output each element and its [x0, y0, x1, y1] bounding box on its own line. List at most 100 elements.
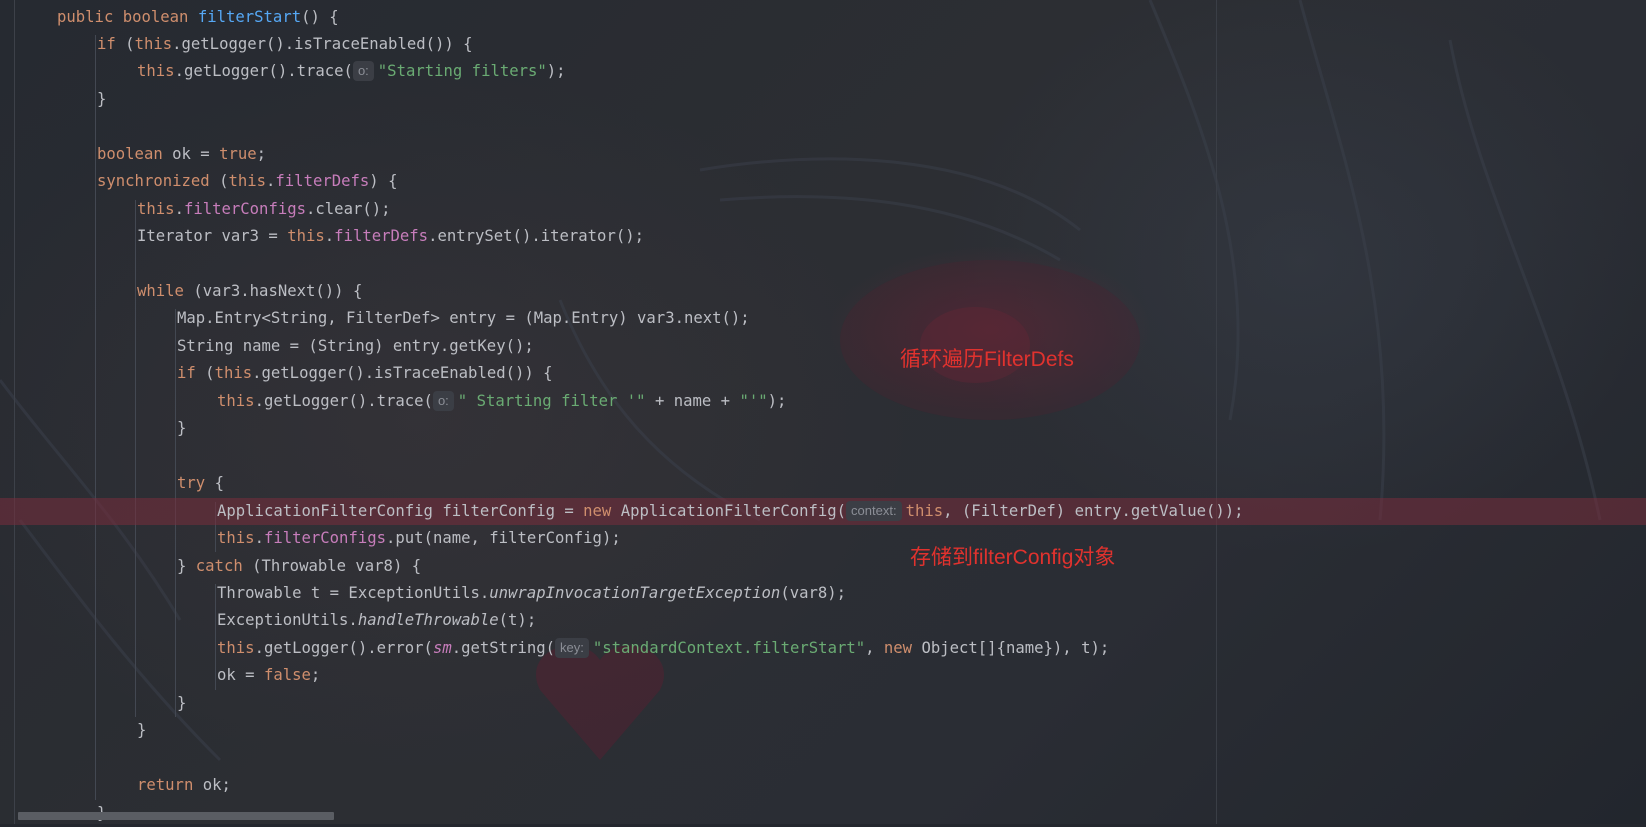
code-token: (var3.hasNext()) {	[193, 282, 363, 300]
code-line[interactable]	[0, 443, 1646, 470]
code-text: } catch (Throwable var8) {	[177, 553, 421, 580]
code-line-breakpoint-highlight[interactable]: ApplicationFilterConfig filterConfig = n…	[0, 497, 1646, 526]
code-token: true	[219, 144, 257, 163]
code-text: while (var3.hasNext()) {	[137, 278, 362, 305]
code-text: }	[137, 717, 146, 744]
parameter-hint: o:	[432, 390, 454, 411]
code-token: (	[125, 34, 135, 53]
code-text: public boolean filterStart() {	[57, 4, 339, 31]
code-text: }	[177, 415, 186, 442]
code-line[interactable]: Map.Entry<String, FilterDef> entry = (Ma…	[0, 305, 1646, 332]
code-line[interactable]: ExceptionUtils.handleThrowable(t);	[0, 607, 1646, 634]
code-line[interactable]	[0, 251, 1646, 278]
code-line[interactable]: public boolean filterStart() {	[0, 4, 1646, 31]
code-token: .entrySet().iterator();	[428, 227, 644, 246]
code-token: .getString(	[451, 638, 556, 657]
code-token: }	[97, 89, 107, 108]
horizontal-scrollbar-thumb[interactable]	[18, 812, 334, 820]
code-editor[interactable]: public boolean filterStart() {if (this.g…	[0, 0, 1646, 824]
code-line[interactable]: String name = (String) entry.getKey();	[0, 333, 1646, 360]
code-token: this	[214, 364, 253, 383]
code-line[interactable]: if (this.getLogger().isTraceEnabled()) {	[0, 31, 1646, 58]
code-token: .getLogger().isTraceEnabled()) {	[172, 34, 473, 53]
code-token: this	[217, 391, 255, 410]
code-token: public boolean	[57, 7, 198, 26]
code-line[interactable]: this.filterConfigs.put(name, filterConfi…	[0, 525, 1646, 552]
code-line[interactable]: Iterator var3 = this.filterDefs.entrySet…	[0, 223, 1646, 250]
code-token: if	[97, 34, 126, 53]
code-text: return ok;	[137, 772, 231, 799]
code-token: , (FilterDef) entry.getValue());	[943, 501, 1244, 520]
code-token: .	[174, 199, 184, 218]
code-token: boolean	[97, 144, 173, 163]
code-line[interactable]: this.getLogger().trace(o: "Starting filte…	[0, 58, 1646, 85]
code-text: ok = false;	[217, 662, 320, 689]
code-line[interactable]: } catch (Throwable var8) {	[0, 553, 1646, 580]
code-token: ;	[310, 666, 321, 685]
code-token: }	[177, 556, 196, 575]
code-line[interactable]: try {	[0, 470, 1646, 497]
code-line[interactable]: this.getLogger().trace(o: " Starting filt…	[0, 388, 1646, 415]
code-text: this.filterConfigs.clear();	[137, 196, 391, 223]
parameter-hint: o:	[352, 61, 374, 82]
code-token: .getLogger().trace(	[254, 391, 433, 410]
code-token: filterDefs	[275, 172, 370, 191]
code-token: filterStart	[197, 7, 302, 26]
code-token: Map.Entry<String, FilterDef> entry = (Ma…	[177, 309, 750, 328]
code-token: this	[137, 199, 175, 218]
code-line[interactable]: while (var3.hasNext()) {	[0, 278, 1646, 305]
code-token: (	[205, 364, 215, 383]
code-line[interactable]: this.getLogger().error(sm.getString(key:…	[0, 635, 1646, 662]
code-token: {	[214, 474, 224, 493]
code-text: Iterator var3 = this.filterDefs.entrySet…	[137, 223, 644, 250]
code-text: Throwable t = ExceptionUtils.unwrapInvoc…	[217, 580, 846, 607]
code-token: .clear();	[306, 199, 391, 218]
code-token: filterConfigs	[263, 529, 387, 548]
code-text: synchronized (this.filterDefs) {	[97, 168, 397, 195]
code-text: }	[177, 690, 186, 717]
code-line[interactable]: synchronized (this.filterDefs) {	[0, 168, 1646, 195]
annotation-loop-filterdefs: 循环遍历FilterDefs	[900, 348, 1074, 371]
code-text: boolean ok = true;	[97, 141, 266, 168]
code-token: (Throwable var8) {	[252, 556, 422, 575]
code-token: try	[177, 474, 215, 493]
code-token: .	[254, 529, 264, 548]
code-token: filterConfigs	[183, 199, 307, 218]
code-line[interactable]: }	[0, 717, 1646, 744]
code-token: this	[217, 638, 255, 657]
code-line[interactable]: }	[0, 86, 1646, 113]
annotation-store-filterconfig: 存储到filterConfig对象	[910, 546, 1116, 569]
code-text: this.getLogger().trace(o: " Starting filt…	[217, 388, 786, 415]
code-line[interactable]: return ok;	[0, 772, 1646, 799]
code-token: .put(name, filterConfig);	[386, 529, 621, 548]
code-line[interactable]: boolean ok = true;	[0, 141, 1646, 168]
code-token: return	[137, 776, 203, 795]
code-token: ok =	[172, 144, 220, 163]
code-text: if (this.getLogger().isTraceEnabled()) {	[97, 31, 473, 58]
code-token: new	[883, 638, 922, 657]
code-line[interactable]: ok = false;	[0, 662, 1646, 689]
code-token: + name +	[645, 391, 740, 410]
code-line[interactable]: if (this.getLogger().isTraceEnabled()) {	[0, 360, 1646, 387]
code-token: synchronized	[97, 172, 220, 191]
code-token: }	[137, 721, 147, 740]
code-text: if (this.getLogger().isTraceEnabled()) {	[177, 360, 553, 387]
code-token: .getLogger().isTraceEnabled()) {	[252, 364, 553, 383]
code-token: Object[]{name}), t);	[921, 638, 1110, 657]
code-token: .	[324, 227, 335, 246]
code-token: ok =	[217, 666, 264, 685]
code-token: if	[177, 364, 206, 383]
code-line[interactable]: }	[0, 415, 1646, 442]
code-line[interactable]	[0, 113, 1646, 140]
code-token: filterDefs	[334, 227, 429, 246]
code-line[interactable]: }	[0, 690, 1646, 717]
code-token: Iterator var3 =	[137, 227, 288, 246]
code-token: this	[134, 34, 173, 53]
code-token: "'"	[739, 391, 768, 410]
code-line[interactable]	[0, 745, 1646, 772]
code-text: ApplicationFilterConfig filterConfig = n…	[217, 498, 1244, 525]
code-token: this	[287, 227, 325, 246]
code-line[interactable]: Throwable t = ExceptionUtils.unwrapInvoc…	[0, 580, 1646, 607]
code-token: "Starting filters"	[377, 62, 547, 81]
code-line[interactable]: this.filterConfigs.clear();	[0, 196, 1646, 223]
